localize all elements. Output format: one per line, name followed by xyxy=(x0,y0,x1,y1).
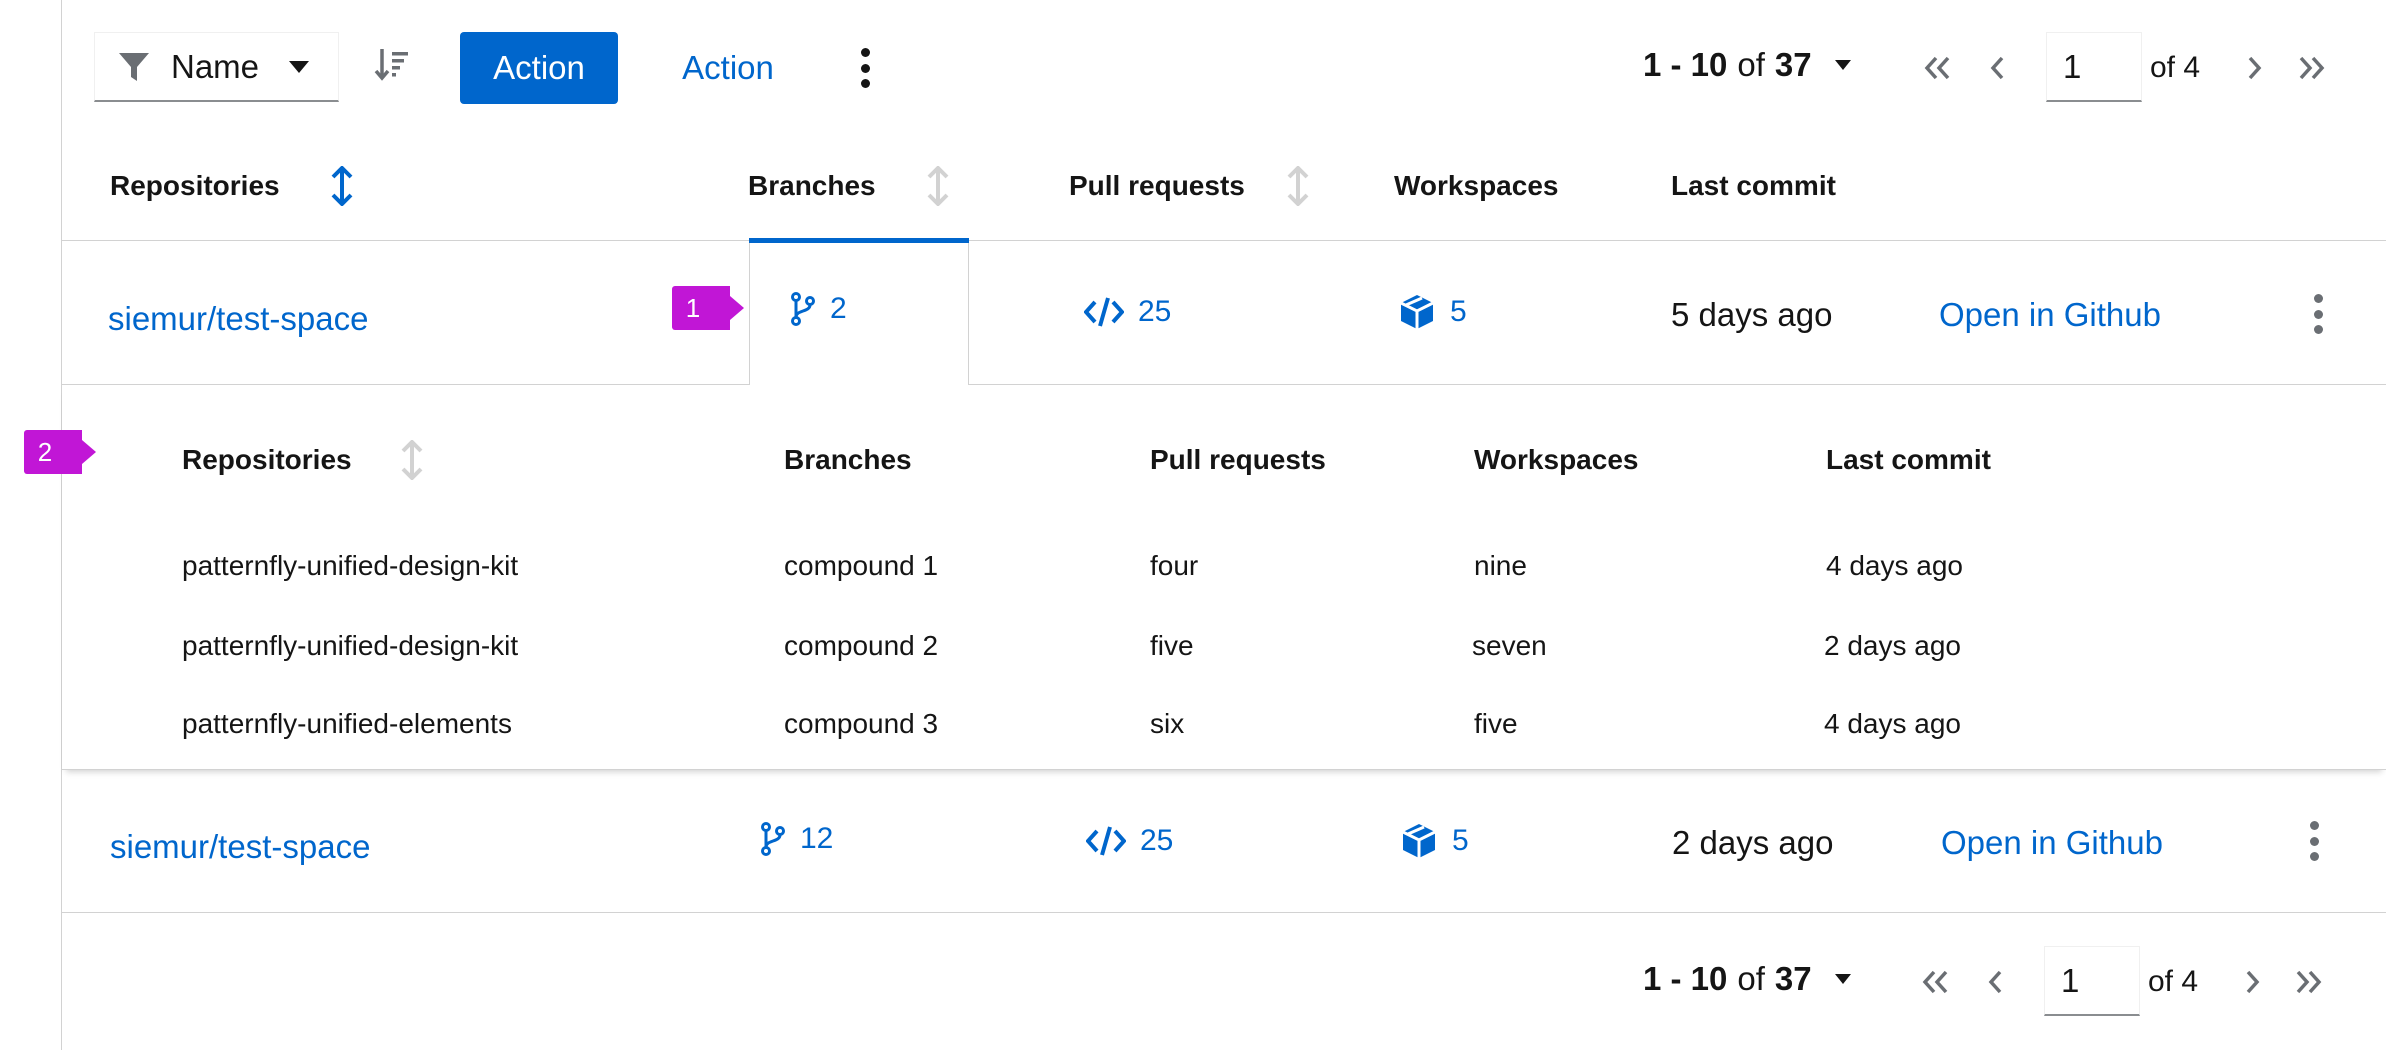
nested-cell-workspaces: nine xyxy=(1474,550,1527,581)
cube-icon xyxy=(1400,822,1452,860)
column-header-repositories[interactable]: Repositories xyxy=(110,170,280,202)
nested-cell-last-commit: 2 days ago xyxy=(1824,630,1961,661)
column-header-workspaces: Workspaces xyxy=(1394,170,1559,201)
nested-cell-pull-requests: five xyxy=(1150,630,1194,661)
column-header-branches[interactable]: Branches xyxy=(748,170,876,202)
code-branch-icon xyxy=(790,292,830,326)
branches-count[interactable]: 2 xyxy=(790,292,847,326)
code-icon xyxy=(1086,825,1140,857)
page-input[interactable]: 1 xyxy=(2046,32,2142,102)
branches-count[interactable]: 12 xyxy=(760,822,833,856)
angle-left-icon[interactable] xyxy=(1978,964,2014,1000)
column-header-last-commit: Last commit xyxy=(1671,170,1836,201)
sort-amount-down-icon[interactable] xyxy=(374,46,414,86)
nested-cell-workspaces: seven xyxy=(1472,630,1547,661)
page-total: of 4 xyxy=(2148,965,2199,998)
repo-link[interactable]: siemur/test-space xyxy=(110,828,370,866)
pull-requests-count[interactable]: 25 xyxy=(1084,295,1171,329)
expanded-cell-branches[interactable] xyxy=(749,238,969,388)
nested-cell-last-commit: 4 days ago xyxy=(1824,708,1961,739)
angle-right-icon[interactable] xyxy=(2236,50,2272,86)
angle-right-icon[interactable] xyxy=(2234,964,2270,1000)
open-in-github-link[interactable]: Open in Github xyxy=(1941,824,2163,862)
nested-cell-pull-requests: four xyxy=(1150,550,1199,581)
row-kebab-icon[interactable] xyxy=(2308,821,2320,861)
expanded-cell-indicator xyxy=(749,238,969,243)
pagination-total: 37 xyxy=(1774,960,1812,997)
workspaces-count[interactable]: 5 xyxy=(1398,293,1467,331)
nested-header-last-commit: Last commit xyxy=(1826,444,1991,475)
pull-requests-count[interactable]: 25 xyxy=(1086,824,1173,858)
angle-double-right-icon[interactable] xyxy=(2290,964,2326,1000)
repo-link[interactable]: siemur/test-space xyxy=(108,300,368,338)
caret-down-icon xyxy=(288,60,310,79)
nested-header-branches: Branches xyxy=(784,444,912,475)
primary-action-button[interactable]: Action xyxy=(460,32,618,104)
annotation-marker-2: 2 xyxy=(24,430,96,474)
code-branch-icon xyxy=(760,822,800,856)
pagination-range: 1 - 10 xyxy=(1643,46,1728,83)
last-commit: 5 days ago xyxy=(1671,296,1833,333)
caret-down-icon xyxy=(1834,973,1852,985)
sort-icon[interactable] xyxy=(400,439,424,481)
pagination-of: of xyxy=(1737,46,1765,83)
row-kebab-icon[interactable] xyxy=(2312,294,2324,334)
pagination-of: of xyxy=(1737,960,1765,997)
pagination-range-toggle[interactable]: 1 - 10 of 37 xyxy=(1643,960,1852,998)
cube-icon xyxy=(1398,293,1450,331)
sort-icon[interactable] xyxy=(926,165,950,207)
nested-cell-branches: compound 3 xyxy=(784,708,939,739)
pagination-range: 1 - 10 xyxy=(1643,960,1728,997)
filter-select[interactable]: Name xyxy=(94,32,339,102)
last-commit: 2 days ago xyxy=(1672,824,1834,861)
pagination-range-toggle[interactable]: 1 - 10 of 37 xyxy=(1643,46,1852,84)
row-divider xyxy=(62,912,2386,913)
code-icon xyxy=(1084,296,1138,328)
page-total: of 4 xyxy=(2150,51,2201,84)
open-in-github-link[interactable]: Open in Github xyxy=(1939,296,2161,334)
nested-cell-repo: patternfly-unified-elements xyxy=(182,708,512,739)
nested-cell-repo: patternfly-unified-design-kit xyxy=(182,630,519,661)
annotation-marker-1: 1 xyxy=(672,286,744,330)
nested-cell-branches: compound 2 xyxy=(784,630,939,661)
toolbar-kebab-icon[interactable] xyxy=(859,48,871,88)
angle-left-icon[interactable] xyxy=(1980,50,2016,86)
sort-icon[interactable] xyxy=(1286,165,1310,207)
secondary-action-button[interactable]: Action xyxy=(664,32,792,104)
angle-double-left-icon[interactable] xyxy=(1920,50,1956,86)
angle-double-right-icon[interactable] xyxy=(2293,50,2329,86)
nested-cell-pull-requests: six xyxy=(1150,708,1185,739)
filter-select-label: Name xyxy=(171,47,260,85)
column-header-pull-requests[interactable]: Pull requests xyxy=(1069,170,1245,202)
header-divider xyxy=(62,240,2386,241)
nested-cell-branches: compound 1 xyxy=(784,550,939,581)
pagination-total: 37 xyxy=(1774,46,1812,83)
nested-cell-workspaces: five xyxy=(1474,708,1518,739)
angle-double-left-icon[interactable] xyxy=(1918,964,1954,1000)
nested-cell-repo: patternfly-unified-design-kit xyxy=(182,550,519,581)
nested-header-workspaces: Workspaces xyxy=(1474,444,1639,475)
caret-down-icon xyxy=(1834,59,1852,71)
filter-icon xyxy=(117,49,155,85)
sort-icon-active[interactable] xyxy=(330,165,354,207)
nested-header-repositories[interactable]: Repositories xyxy=(182,444,352,476)
workspaces-count[interactable]: 5 xyxy=(1400,822,1469,860)
nested-cell-last-commit: 4 days ago xyxy=(1826,550,1963,581)
page-input[interactable]: 1 xyxy=(2044,946,2140,1016)
nested-header-pull-requests: Pull requests xyxy=(1150,444,1326,475)
